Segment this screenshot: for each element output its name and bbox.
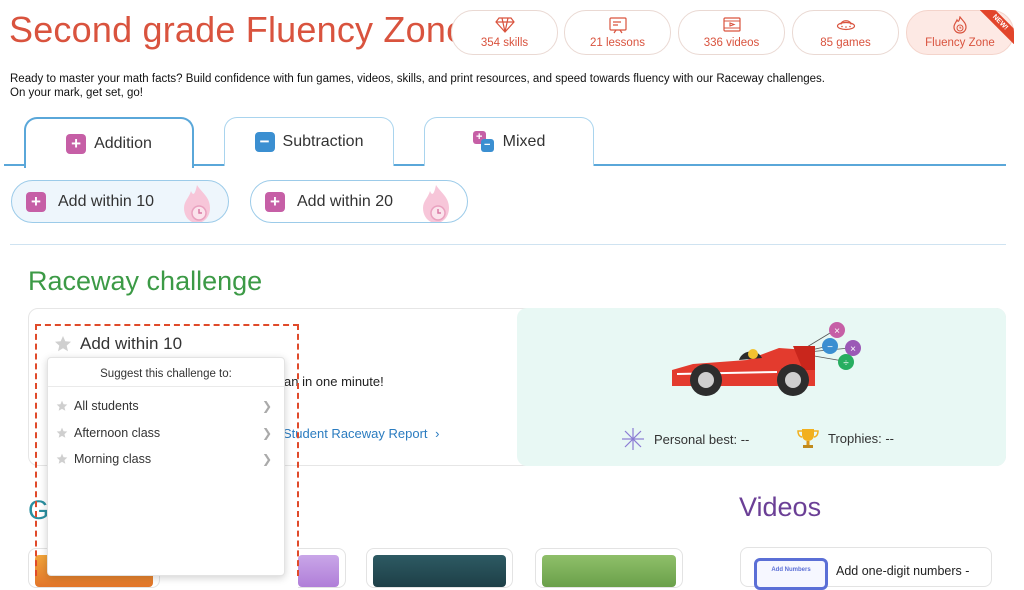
game-card[interactable]: [535, 548, 683, 588]
popup-heading: Suggest this challenge to:: [48, 358, 284, 387]
plus-icon: +: [26, 191, 46, 212]
star-icon: [56, 400, 68, 412]
intro-line-1: Ready to master your math facts? Build c…: [10, 73, 825, 85]
flame-clock-icon: [423, 185, 449, 222]
tab-addition[interactable]: + Addition: [24, 117, 194, 168]
student-raceway-report-link[interactable]: Student Raceway Report ›: [283, 426, 440, 441]
games-stat-label: 85 games: [820, 37, 871, 49]
fireworks-icon: [622, 428, 644, 450]
chevron-right-icon: ❯: [261, 425, 272, 440]
plus-icon: +: [66, 133, 87, 154]
challenge-title: Add within 10: [54, 334, 182, 354]
tab-mixed[interactable]: + − Mixed: [424, 117, 594, 166]
new-badge: NEW!: [980, 10, 1014, 44]
tab-subtraction-label: Subtraction: [282, 133, 364, 150]
race-car-illustration: × − × ÷: [672, 322, 861, 396]
chevron-right-icon: ›: [435, 426, 440, 441]
svg-text:×: ×: [850, 344, 856, 355]
skills-stat-label: 354 skills: [480, 37, 529, 49]
suggest-afternoon-class[interactable]: Afternoon class ❯: [48, 420, 284, 447]
svg-text:−: −: [827, 342, 833, 353]
chevron-right-icon: ❯: [261, 452, 272, 466]
svg-text:÷: ÷: [843, 358, 849, 369]
trophies-label: Trophies: --: [828, 430, 894, 446]
game-card[interactable]: [366, 548, 513, 588]
trophies-stat: Trophies: --: [796, 426, 894, 450]
star-icon: [56, 427, 68, 438]
popup-item-label: Afternoon class: [74, 425, 161, 440]
add-within-20-pill[interactable]: + Add within 20: [250, 180, 468, 223]
popup-item-label: Morning class: [74, 452, 152, 467]
popup-item-label: All students: [74, 399, 139, 414]
lessons-stat-button[interactable]: 21 lessons: [564, 10, 671, 55]
tab-addition-label: Addition: [94, 134, 152, 152]
section-divider: [10, 244, 1006, 245]
game-card[interactable]: [298, 548, 346, 588]
suggest-challenge-popup: Suggest this challenge to: All students …: [47, 357, 285, 576]
skills-stat-button[interactable]: 354 skills: [451, 10, 558, 55]
suggest-morning-class[interactable]: Morning class ❯: [48, 446, 284, 473]
challenge-name: Add within 10: [80, 334, 183, 353]
raceway-car-panel: × − × ÷: [517, 308, 1006, 466]
lesson-board-icon: [608, 17, 627, 34]
videos-stat-button[interactable]: 336 videos: [678, 10, 785, 55]
star-icon[interactable]: [54, 335, 72, 353]
pill-label: Add within 10: [58, 192, 155, 210]
pill-label: Add within 20: [297, 192, 394, 210]
video-thumbnail: Add Numbers: [754, 558, 828, 590]
personal-best-label: Personal best: --: [654, 431, 750, 447]
flame-clock-icon: [184, 185, 210, 222]
raceway-section-title: Raceway challenge: [28, 266, 263, 296]
page-title: Second grade Fluency Zone: [9, 9, 467, 50]
tab-subtraction[interactable]: − Subtraction: [224, 117, 394, 166]
games-stat-button[interactable]: 85 games: [792, 10, 899, 55]
star-icon: [56, 453, 68, 465]
suggest-all-students[interactable]: All students ❯: [48, 393, 284, 420]
game-thumbnail: [298, 555, 339, 587]
videos-stat-label: 336 videos: [703, 37, 760, 49]
svg-text:×: ×: [834, 326, 840, 337]
videos-section-title: Videos: [739, 492, 822, 522]
intro-text: Ready to master your math facts? Build c…: [10, 72, 825, 100]
video-card[interactable]: Add Numbers Add one-digit numbers -: [740, 547, 992, 590]
add-within-10-pill[interactable]: + Add within 10: [11, 180, 229, 223]
video-icon: [722, 17, 741, 32]
flame-clock-icon: [953, 16, 967, 34]
plus-icon: +: [265, 191, 285, 212]
game-thumbnail: [542, 555, 676, 587]
personal-best-stat: Personal best: --: [620, 426, 749, 452]
game-thumbnail: [373, 555, 506, 587]
ufo-icon: [836, 20, 855, 31]
report-link-label: Student Raceway Report: [283, 426, 428, 441]
fluency-zone-stat-button[interactable]: Fluency Zone NEW!: [906, 10, 1014, 55]
trophy-icon: [797, 429, 819, 448]
minus-icon: −: [254, 132, 275, 152]
chevron-right-icon: ❯: [261, 399, 272, 413]
gem-icon: [494, 17, 515, 33]
lessons-stat-label: 21 lessons: [590, 37, 645, 49]
mixed-operations-icon: + −: [472, 131, 495, 153]
intro-line-2: On your mark, get set, go!: [10, 87, 143, 99]
tab-mixed-label: Mixed: [502, 133, 546, 150]
